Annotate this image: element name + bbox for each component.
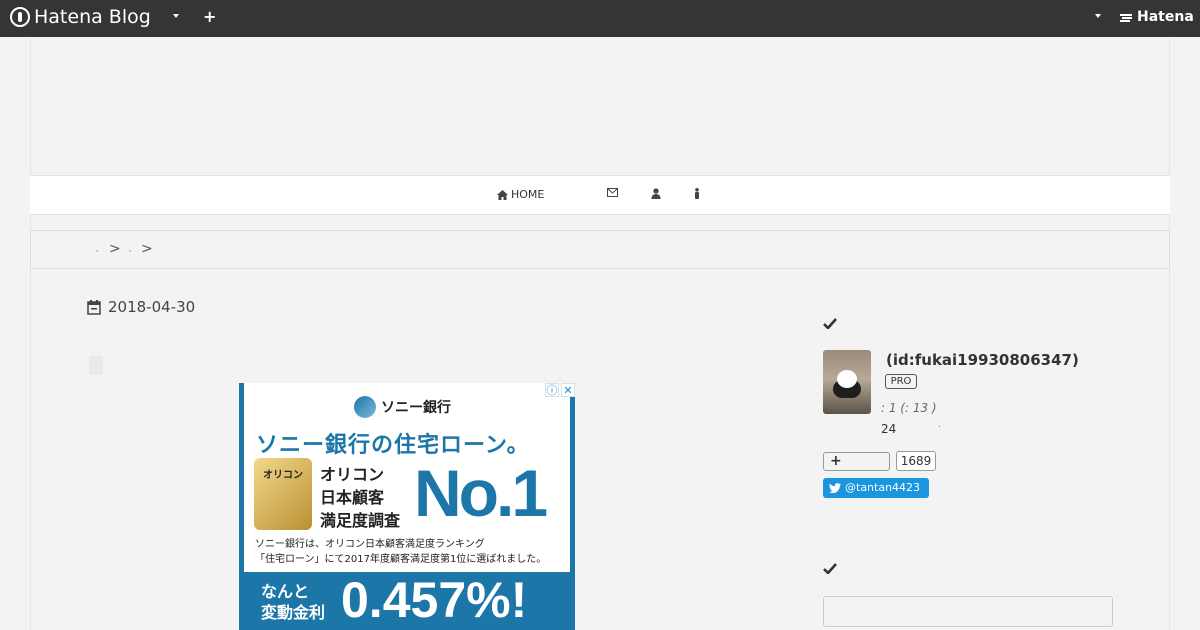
ad-brand-text: ソニー銀行	[381, 400, 451, 416]
twitter-icon	[829, 483, 841, 493]
ad-rate: 0.457%!	[341, 572, 528, 628]
check-icon	[823, 318, 837, 329]
nav-item-about[interactable]	[693, 188, 701, 199]
blog-header	[30, 37, 1170, 175]
breadcrumb-separator: >	[109, 241, 121, 257]
ad-note-line: ソニー銀行は、オリコン日本顧客満足度ランキング	[255, 539, 485, 550]
ad-bottom-label: なんと 変動金利	[261, 581, 325, 623]
follower-count: 1689	[896, 451, 936, 471]
ad-brand: ソニー銀行	[354, 396, 451, 418]
profile-days: 24	[881, 422, 897, 436]
top-bar: Hatena Blog + Hatena	[0, 0, 1200, 37]
user-icon	[651, 188, 661, 199]
post-date: 2018-04-30	[87, 298, 195, 316]
breadcrumb-separator: >	[141, 241, 153, 257]
calendar-icon	[87, 299, 101, 315]
follow-button[interactable]: +	[823, 452, 890, 471]
pro-badge: PRO	[885, 374, 917, 389]
ad-bottom-line: なんと	[261, 582, 310, 601]
breadcrumb-link[interactable]: ˛	[128, 243, 133, 253]
advertisement-banner[interactable]: ソニー銀行 ソニー銀行の住宅ローン。 オリコン オリコン 日本顧客 満足度調査 …	[239, 383, 575, 630]
profile-link[interactable]: .	[938, 420, 941, 430]
blog-menu-caret-icon[interactable]	[173, 14, 179, 18]
envelope-icon	[607, 188, 618, 197]
hatena-blog-logo[interactable]: Hatena Blog	[10, 6, 151, 28]
breadcrumb-link[interactable]: ˛	[95, 243, 100, 253]
cat-head	[837, 370, 857, 388]
profile-meta: : 1 (: 13 )	[881, 401, 937, 415]
nav-item-profile[interactable]	[651, 188, 661, 199]
ad-rank-line: オリコン	[320, 465, 385, 484]
ad-medal-label: オリコン	[263, 470, 303, 481]
entry-title-placeholder	[89, 356, 103, 375]
sony-bank-logo-icon	[354, 396, 376, 418]
ad-bottom-line: 変動金利	[261, 603, 326, 622]
nav-item-label: HOME	[511, 188, 545, 201]
hatena-mark-icon	[1120, 14, 1132, 22]
plus-icon: +	[830, 453, 842, 469]
ad-note-line: 「住宅ローン」にて2017年度顧客満足度第1位に選ばれました。	[255, 554, 547, 565]
hatena-brand-link[interactable]: Hatena	[1137, 9, 1194, 25]
nav-item-contact[interactable]	[607, 188, 618, 197]
new-post-button[interactable]: +	[203, 7, 216, 26]
ad-note: ソニー銀行は、オリコン日本顧客満足度ランキング 「住宅ローン」にて2017年度顧…	[255, 537, 546, 567]
profile-id[interactable]: (id:fukai19930806347)	[886, 351, 1079, 369]
person-icon	[695, 188, 699, 199]
post-date-text: 2018-04-30	[108, 298, 196, 316]
twitter-handle: @tantan4423	[845, 481, 921, 494]
ad-choices: ⓘ ✕	[545, 383, 575, 397]
global-nav: HOME	[30, 175, 1170, 215]
nav-item-home[interactable]: HOME	[497, 188, 544, 201]
ad-rank-line: 日本顧客	[320, 488, 385, 507]
ad-close-icon[interactable]: ✕	[561, 383, 575, 397]
ad-top-panel: ソニー銀行 ソニー銀行の住宅ローン。 オリコン オリコン 日本顧客 満足度調査 …	[244, 383, 570, 572]
breadcrumb: ˛ > ˛ >	[30, 230, 1170, 269]
ad-rank-text: オリコン 日本顧客 満足度調査	[320, 463, 400, 532]
hatena-blog-logo-icon	[10, 7, 30, 27]
check-icon	[823, 563, 837, 574]
ad-info-icon[interactable]: ⓘ	[545, 383, 559, 397]
search-input[interactable]	[823, 596, 1113, 627]
avatar[interactable]	[823, 350, 871, 414]
account-menu-caret-icon[interactable]	[1095, 14, 1101, 18]
logo-text: Hatena Blog	[34, 6, 151, 28]
ad-rank: No.1	[414, 456, 548, 530]
twitter-follow-button[interactable]: @tantan4423	[823, 478, 929, 498]
ad-rank-line: 満足度調査	[320, 511, 401, 530]
home-icon	[497, 189, 508, 200]
